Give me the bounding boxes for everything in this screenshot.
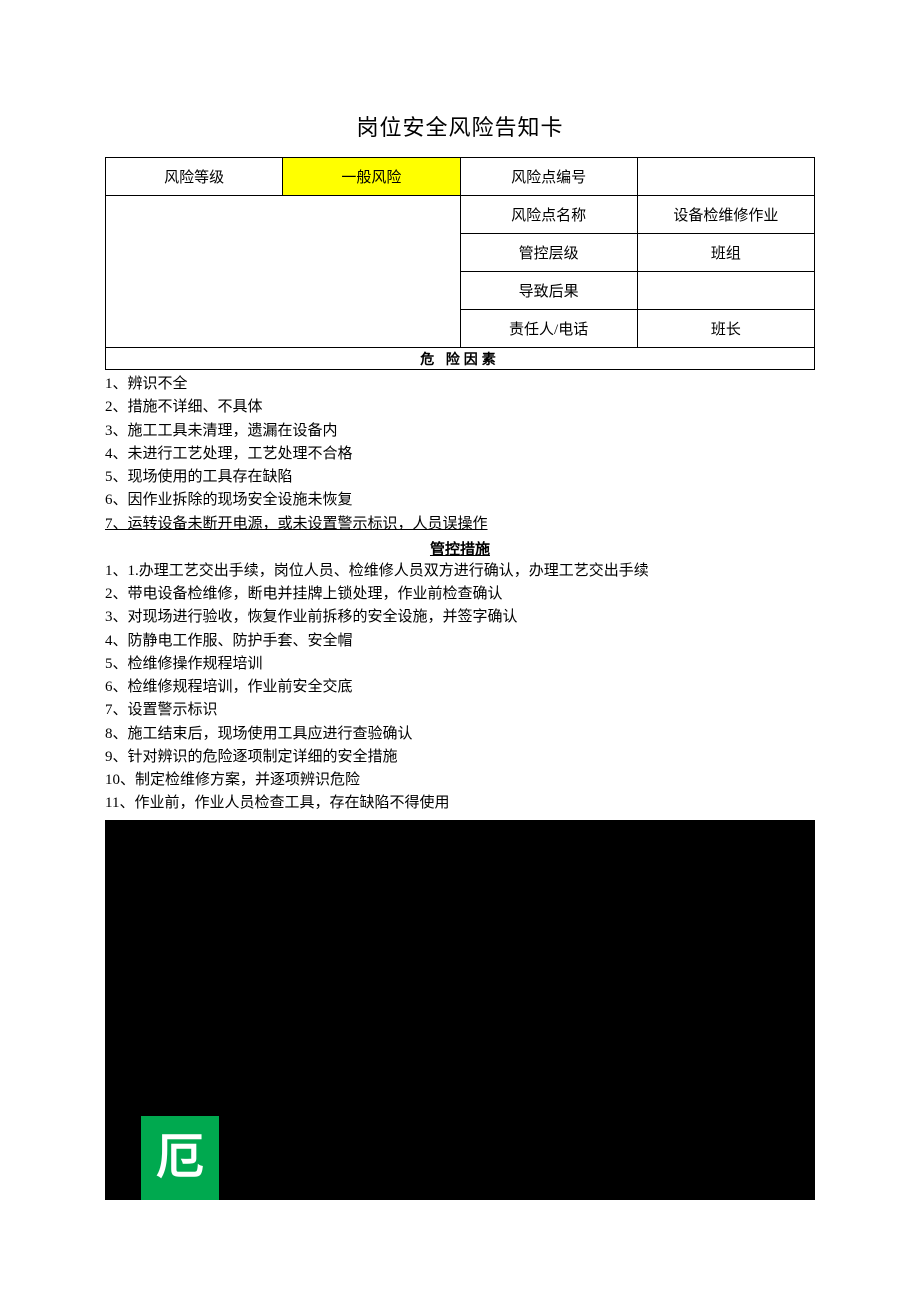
hazard-item: 5、现场使用的工具存在缺陷 [105,466,815,489]
measures-list: 1、1.办理工艺交出手续，岗位人员、检维修人员双方进行确认，办理工艺交出手续 2… [105,560,815,816]
badge-char: 厄 [156,1134,204,1182]
hazard-list: 1、辨识不全 2、措施不详细、不具体 3、施工工具未清理，遗漏在设备内 4、未进… [105,373,815,536]
consequence-label: 导致后果 [460,272,637,310]
measure-item: 4、防静电工作服、防护手套、安全帽 [105,630,815,653]
measure-item: 3、对现场进行验收，恢复作业前拆移的安全设施，并签字确认 [105,606,815,629]
hazard-item: 4、未进行工艺处理，工艺处理不合格 [105,443,815,466]
hazard-item: 2、措施不详细、不具体 [105,396,815,419]
measure-item: 9、针对辨识的危险逐项制定详细的安全措施 [105,746,815,769]
control-level-label: 管控层级 [460,234,637,272]
measure-item: 2、带电设备检维修，断电并挂牌上锁处理，作业前检查确认 [105,583,815,606]
consequence-value [637,272,814,310]
measure-item: 10、制定检维修方案，并逐项辨识危险 [105,769,815,792]
hazard-item: 7、运转设备未断开电源，或未设置警示标识，人员误操作 [105,513,815,536]
info-table: 风险等级 一般风险 风险点编号 风险点名称 设备检维修作业 管控层级 班组 导致… [105,157,815,370]
image-block: 厄 [105,820,815,1200]
risk-point-name-value: 设备检维修作业 [637,196,814,234]
hazard-item: 6、因作业拆除的现场安全设施未恢复 [105,489,815,512]
hazard-item: 3、施工工具未清理，遗漏在设备内 [105,420,815,443]
risk-point-name-label: 风险点名称 [460,196,637,234]
measure-item: 6、检维修规程培训，作业前安全交底 [105,676,815,699]
control-level-value: 班组 [637,234,814,272]
measure-item: 8、施工结束后，现场使用工具应进行查验确认 [105,723,815,746]
risk-point-no-value [637,158,814,196]
measure-item: 7、设置警示标识 [105,699,815,722]
green-badge: 厄 [141,1116,219,1200]
measure-item: 5、检维修操作规程培训 [105,653,815,676]
measure-item: 11、作业前，作业人员检查工具，存在缺陷不得使用 [105,792,815,815]
risk-level-value: 一般风险 [283,158,460,196]
empty-merged-cell [106,196,461,348]
risk-level-label: 风险等级 [106,158,283,196]
responsible-value: 班长 [637,310,814,348]
hazard-header: 危 险因素 [106,348,815,370]
responsible-label: 责任人/电话 [460,310,637,348]
measures-header: 管控措施 [105,538,815,559]
risk-point-no-label: 风险点编号 [460,158,637,196]
document-title: 岗位安全风险告知卡 [105,110,815,142]
hazard-item: 1、辨识不全 [105,373,815,396]
measure-item: 1、1.办理工艺交出手续，岗位人员、检维修人员双方进行确认，办理工艺交出手续 [105,560,815,583]
